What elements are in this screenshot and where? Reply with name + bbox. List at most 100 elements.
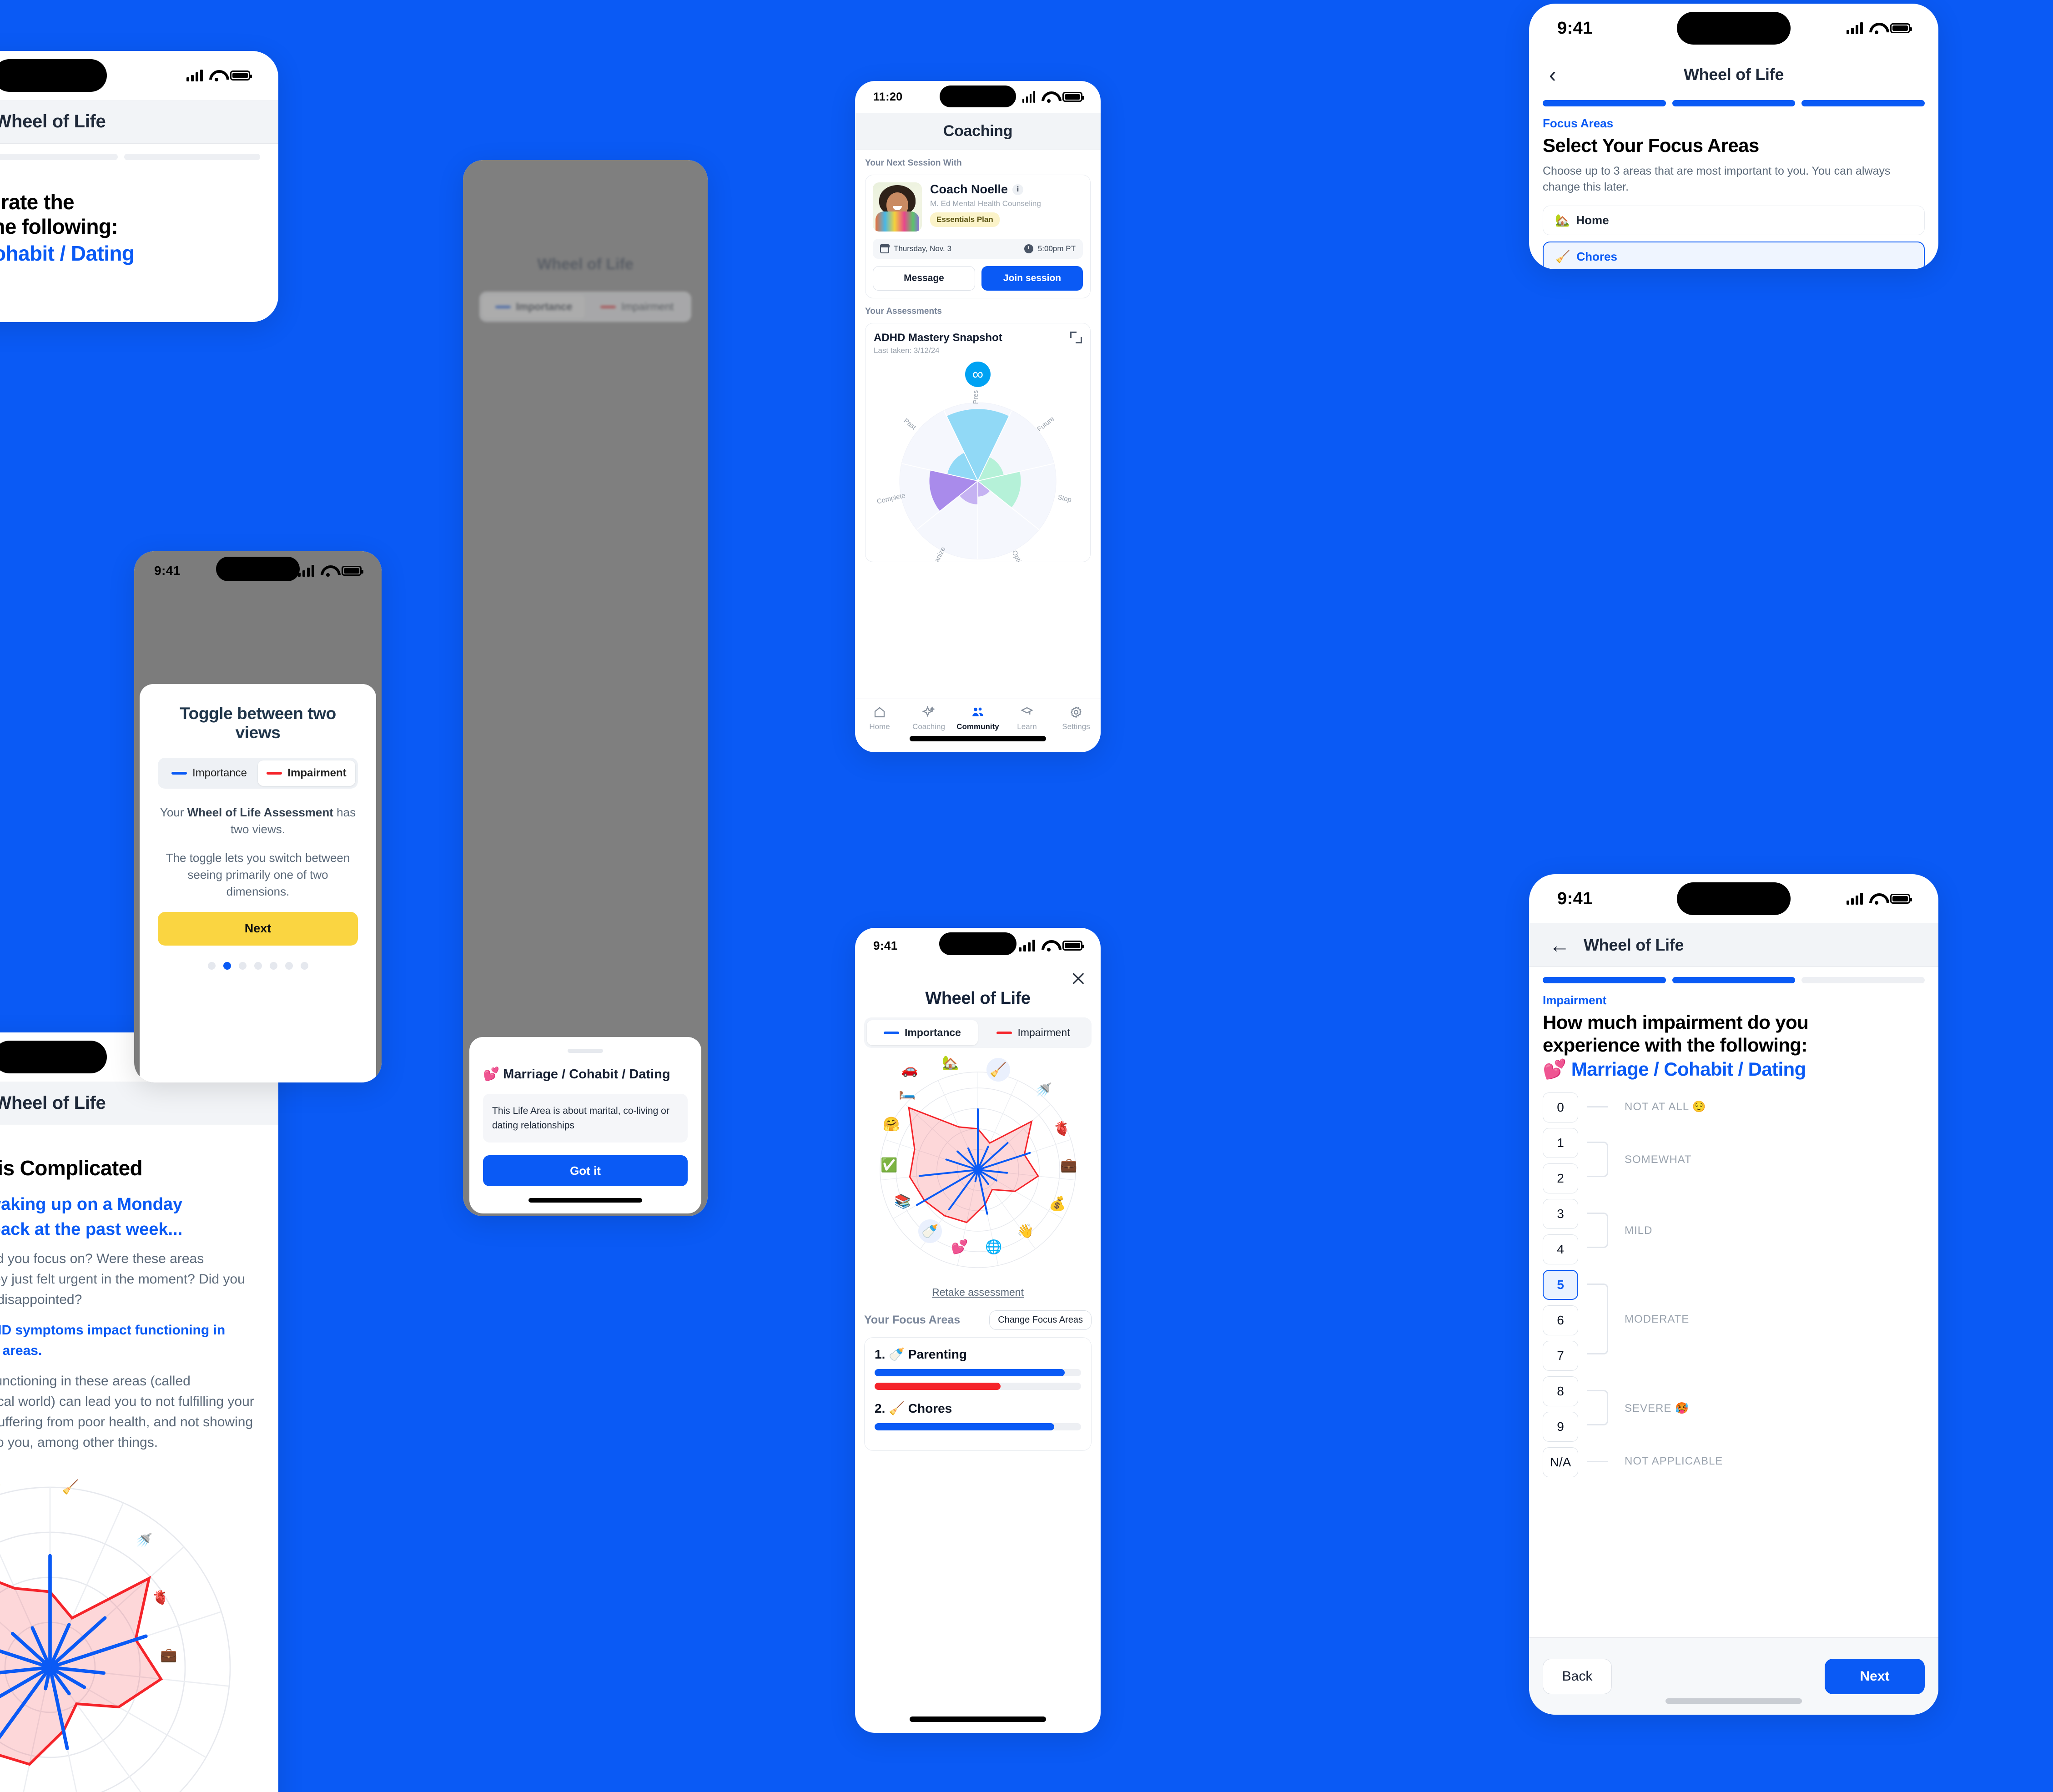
focus-area-option[interactable]: 🧹 Chores	[1543, 241, 1925, 269]
toggle-importance[interactable]: Importance	[161, 760, 258, 786]
battery-icon	[1890, 23, 1912, 33]
wifi-icon	[1042, 91, 1056, 103]
toggle-importance[interactable]: Importance	[867, 1020, 978, 1045]
section-eyebrow: Focus Areas	[1543, 116, 1614, 130]
toggle-impairment[interactable]: Impairment	[978, 1020, 1089, 1045]
toggle-impairment[interactable]: Impairment	[258, 760, 355, 786]
carousel-dot[interactable]	[223, 961, 231, 970]
rating-option[interactable]: 8	[1543, 1376, 1578, 1406]
focus-area-emoji: 🧹	[1555, 249, 1570, 263]
focus-area-options-list: 🏡Home🧹Chores🚿Self-Care🫀Health💼Work💰Money…	[1543, 205, 1925, 269]
got-it-button[interactable]: Got it	[483, 1155, 688, 1186]
tab-community[interactable]: Community	[953, 705, 1002, 731]
article-paragraph-3: If not attended to, weak functioning in …	[0, 1374, 254, 1450]
scale-bracket-label: SOMEWHAT	[1625, 1153, 1692, 1166]
sheet-grabber[interactable]	[568, 1049, 603, 1053]
coach-row: Coach Noelle i M. Ed Mental Health Couns…	[873, 182, 1083, 232]
adhd-mastery-radar: PresentFutureStopOptionOrganizeCompleteP…	[876, 390, 1072, 562]
close-icon[interactable]	[1071, 971, 1086, 986]
section-eyebrow: Impairment	[1543, 993, 1607, 1007]
life-area-bottom-sheet: 💕 Marriage / Cohabit / Dating This Life …	[469, 1037, 701, 1213]
phone-life-area-sheet: Wheel of Life Importance Impairment 💕 Ma…	[463, 160, 708, 1216]
toggle-importance-label: Importance	[905, 1027, 961, 1038]
carousel-dot[interactable]	[285, 961, 293, 970]
dynamic-island	[939, 932, 1016, 955]
dynamic-island	[216, 557, 300, 581]
wifi-icon	[321, 565, 335, 577]
cellular-icon	[1022, 91, 1035, 103]
focus-area-option[interactable]: 🏡 Home	[1543, 205, 1925, 235]
view-toggle[interactable]: Importance Impairment	[864, 1017, 1092, 1048]
retake-assessment-link[interactable]: Retake assessment	[864, 1286, 1092, 1299]
radar-chart-mini	[0, 1486, 231, 1792]
join-session-button[interactable]: Join session	[981, 266, 1083, 291]
battery-icon	[1890, 894, 1912, 904]
tab-learn[interactable]: Learn	[1002, 705, 1052, 731]
assessment-card[interactable]: ADHD Mastery Snapshot Last taken: 3/12/2…	[865, 323, 1091, 562]
session-when: Thursday, Nov. 3 5:00pm PT	[873, 239, 1083, 259]
rating-option[interactable]: N/A	[1543, 1447, 1578, 1477]
home-indicator	[910, 1716, 1046, 1722]
tab-settings[interactable]: Settings	[1052, 705, 1101, 731]
article-eyebrow: Introduction	[0, 1135, 255, 1149]
rating-option[interactable]: 5	[1543, 1269, 1578, 1300]
status-bar: 9:41	[1529, 4, 1938, 53]
assessment-last-taken: Last taken: 3/12/24	[874, 346, 940, 355]
carousel-dot[interactable]	[207, 961, 216, 970]
rating-option[interactable]: 0	[1543, 1092, 1578, 1123]
wheel-title: Wheel of Life	[925, 989, 1031, 1008]
behind-toggle-importance: Importance	[482, 294, 585, 319]
tab-coaching[interactable]: Coaching	[904, 705, 953, 731]
helper-text: Choose up to 3 areas that are most impor…	[1543, 164, 1891, 194]
rating-option[interactable]: 1	[1543, 1128, 1578, 1158]
status-time: 9:41	[873, 938, 898, 952]
emoji-health: 🫀	[152, 1590, 169, 1606]
rating-number-column[interactable]: 0 1 2 3 4 5 6 7 8 9 N/A	[1543, 1092, 1578, 1483]
assessments-header: Your Assessments	[865, 307, 942, 316]
coach-name-row: Coach Noelle i	[930, 182, 1083, 196]
emoji-learning: 📚	[894, 1194, 911, 1209]
cellular-icon	[186, 70, 203, 81]
scale-bracket-label: MODERATE	[1625, 1313, 1690, 1325]
assessment-title: ADHD Mastery Snapshot	[874, 332, 1002, 344]
info-icon[interactable]: i	[1012, 184, 1024, 195]
carousel-dot[interactable]	[238, 961, 247, 970]
back-button[interactable]: Back	[1543, 1658, 1612, 1694]
carousel-dot[interactable]	[269, 961, 277, 970]
svg-text:Stop: Stop	[1057, 494, 1072, 504]
page-title: Wheel of Life	[1584, 935, 1684, 954]
status-bar: 9:41	[0, 51, 278, 100]
modal-next-button[interactable]: Next	[158, 911, 358, 946]
next-button[interactable]: Next	[1825, 1658, 1925, 1694]
rating-option[interactable]: 3	[1543, 1198, 1578, 1229]
message-button[interactable]: Message	[873, 266, 975, 291]
carousel-dot[interactable]	[300, 961, 308, 970]
back-arrow-icon[interactable]: ←	[1549, 933, 1570, 957]
importance-swatch-icon	[884, 1031, 899, 1034]
view-toggle[interactable]: Importance Impairment	[158, 758, 358, 789]
progress-segment	[1801, 977, 1925, 983]
question-line-2: importance of the following:	[0, 215, 118, 239]
change-focus-areas-button[interactable]: Change Focus Areas	[989, 1310, 1092, 1330]
question-area-label: 💕 Marriage / Cohabit / Dating	[1543, 1058, 1806, 1080]
back-chevron-icon[interactable]: ‹	[1549, 62, 1556, 87]
expand-icon[interactable]	[1070, 332, 1082, 343]
rating-option[interactable]: 6	[1543, 1305, 1578, 1335]
nav-bar: Coaching	[855, 113, 1101, 150]
wheel-of-life-radar-mini: 🚗 🏡 🧹 🛏️ 🚿 🫀 💼	[0, 1463, 255, 1792]
emoji-productivity: ✅	[881, 1158, 898, 1173]
progress-indicator	[1529, 967, 1938, 983]
question-body: Importance How would you rate the import…	[0, 160, 278, 322]
rating-option[interactable]: 7	[1543, 1340, 1578, 1371]
tab-home[interactable]: Home	[855, 705, 904, 731]
carousel-dots[interactable]	[158, 961, 358, 970]
rating-option[interactable]: 2	[1543, 1163, 1578, 1193]
svg-text:Past: Past	[902, 417, 918, 432]
behind-wheel-title: Wheel of Life	[537, 256, 634, 273]
rating-option[interactable]: 4	[1543, 1234, 1578, 1264]
emoji-friends: 🤗	[883, 1117, 900, 1132]
carousel-dot[interactable]	[254, 961, 262, 970]
status-icons	[1019, 940, 1084, 951]
rating-option[interactable]: 9	[1543, 1411, 1578, 1442]
page-heading: Select Your Focus Areas	[1543, 135, 1759, 156]
